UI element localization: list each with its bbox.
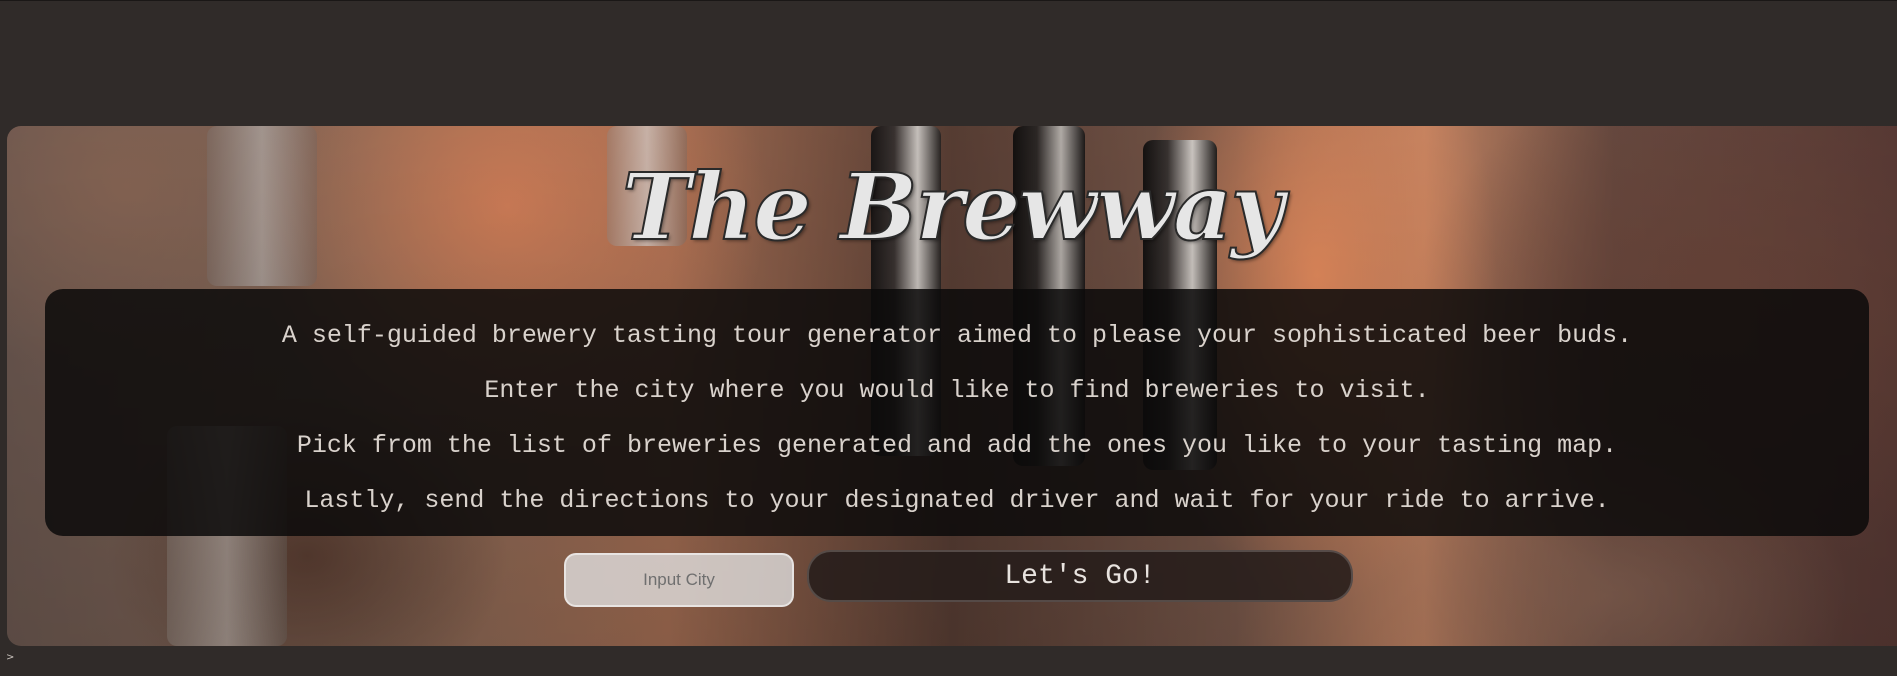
info-panel: A self-guided brewery tasting tour gener… <box>45 289 1869 536</box>
page: The Brewway A self-guided brewery tastin… <box>0 0 1897 676</box>
hero-banner: The Brewway A self-guided brewery tastin… <box>7 126 1897 646</box>
info-line-1: A self-guided brewery tasting tour gener… <box>281 321 1633 350</box>
info-line-4: Lastly, send the directions to your desi… <box>304 486 1610 515</box>
top-border <box>0 0 1897 1</box>
info-line-2: Enter the city where you would like to f… <box>484 376 1430 405</box>
info-line-3: Pick from the list of breweries generate… <box>296 431 1618 460</box>
page-title: The Brewway <box>621 152 1285 262</box>
city-input[interactable] <box>564 553 794 607</box>
corner-mark: > <box>6 652 15 663</box>
lets-go-button[interactable]: Let's Go! <box>807 550 1353 602</box>
